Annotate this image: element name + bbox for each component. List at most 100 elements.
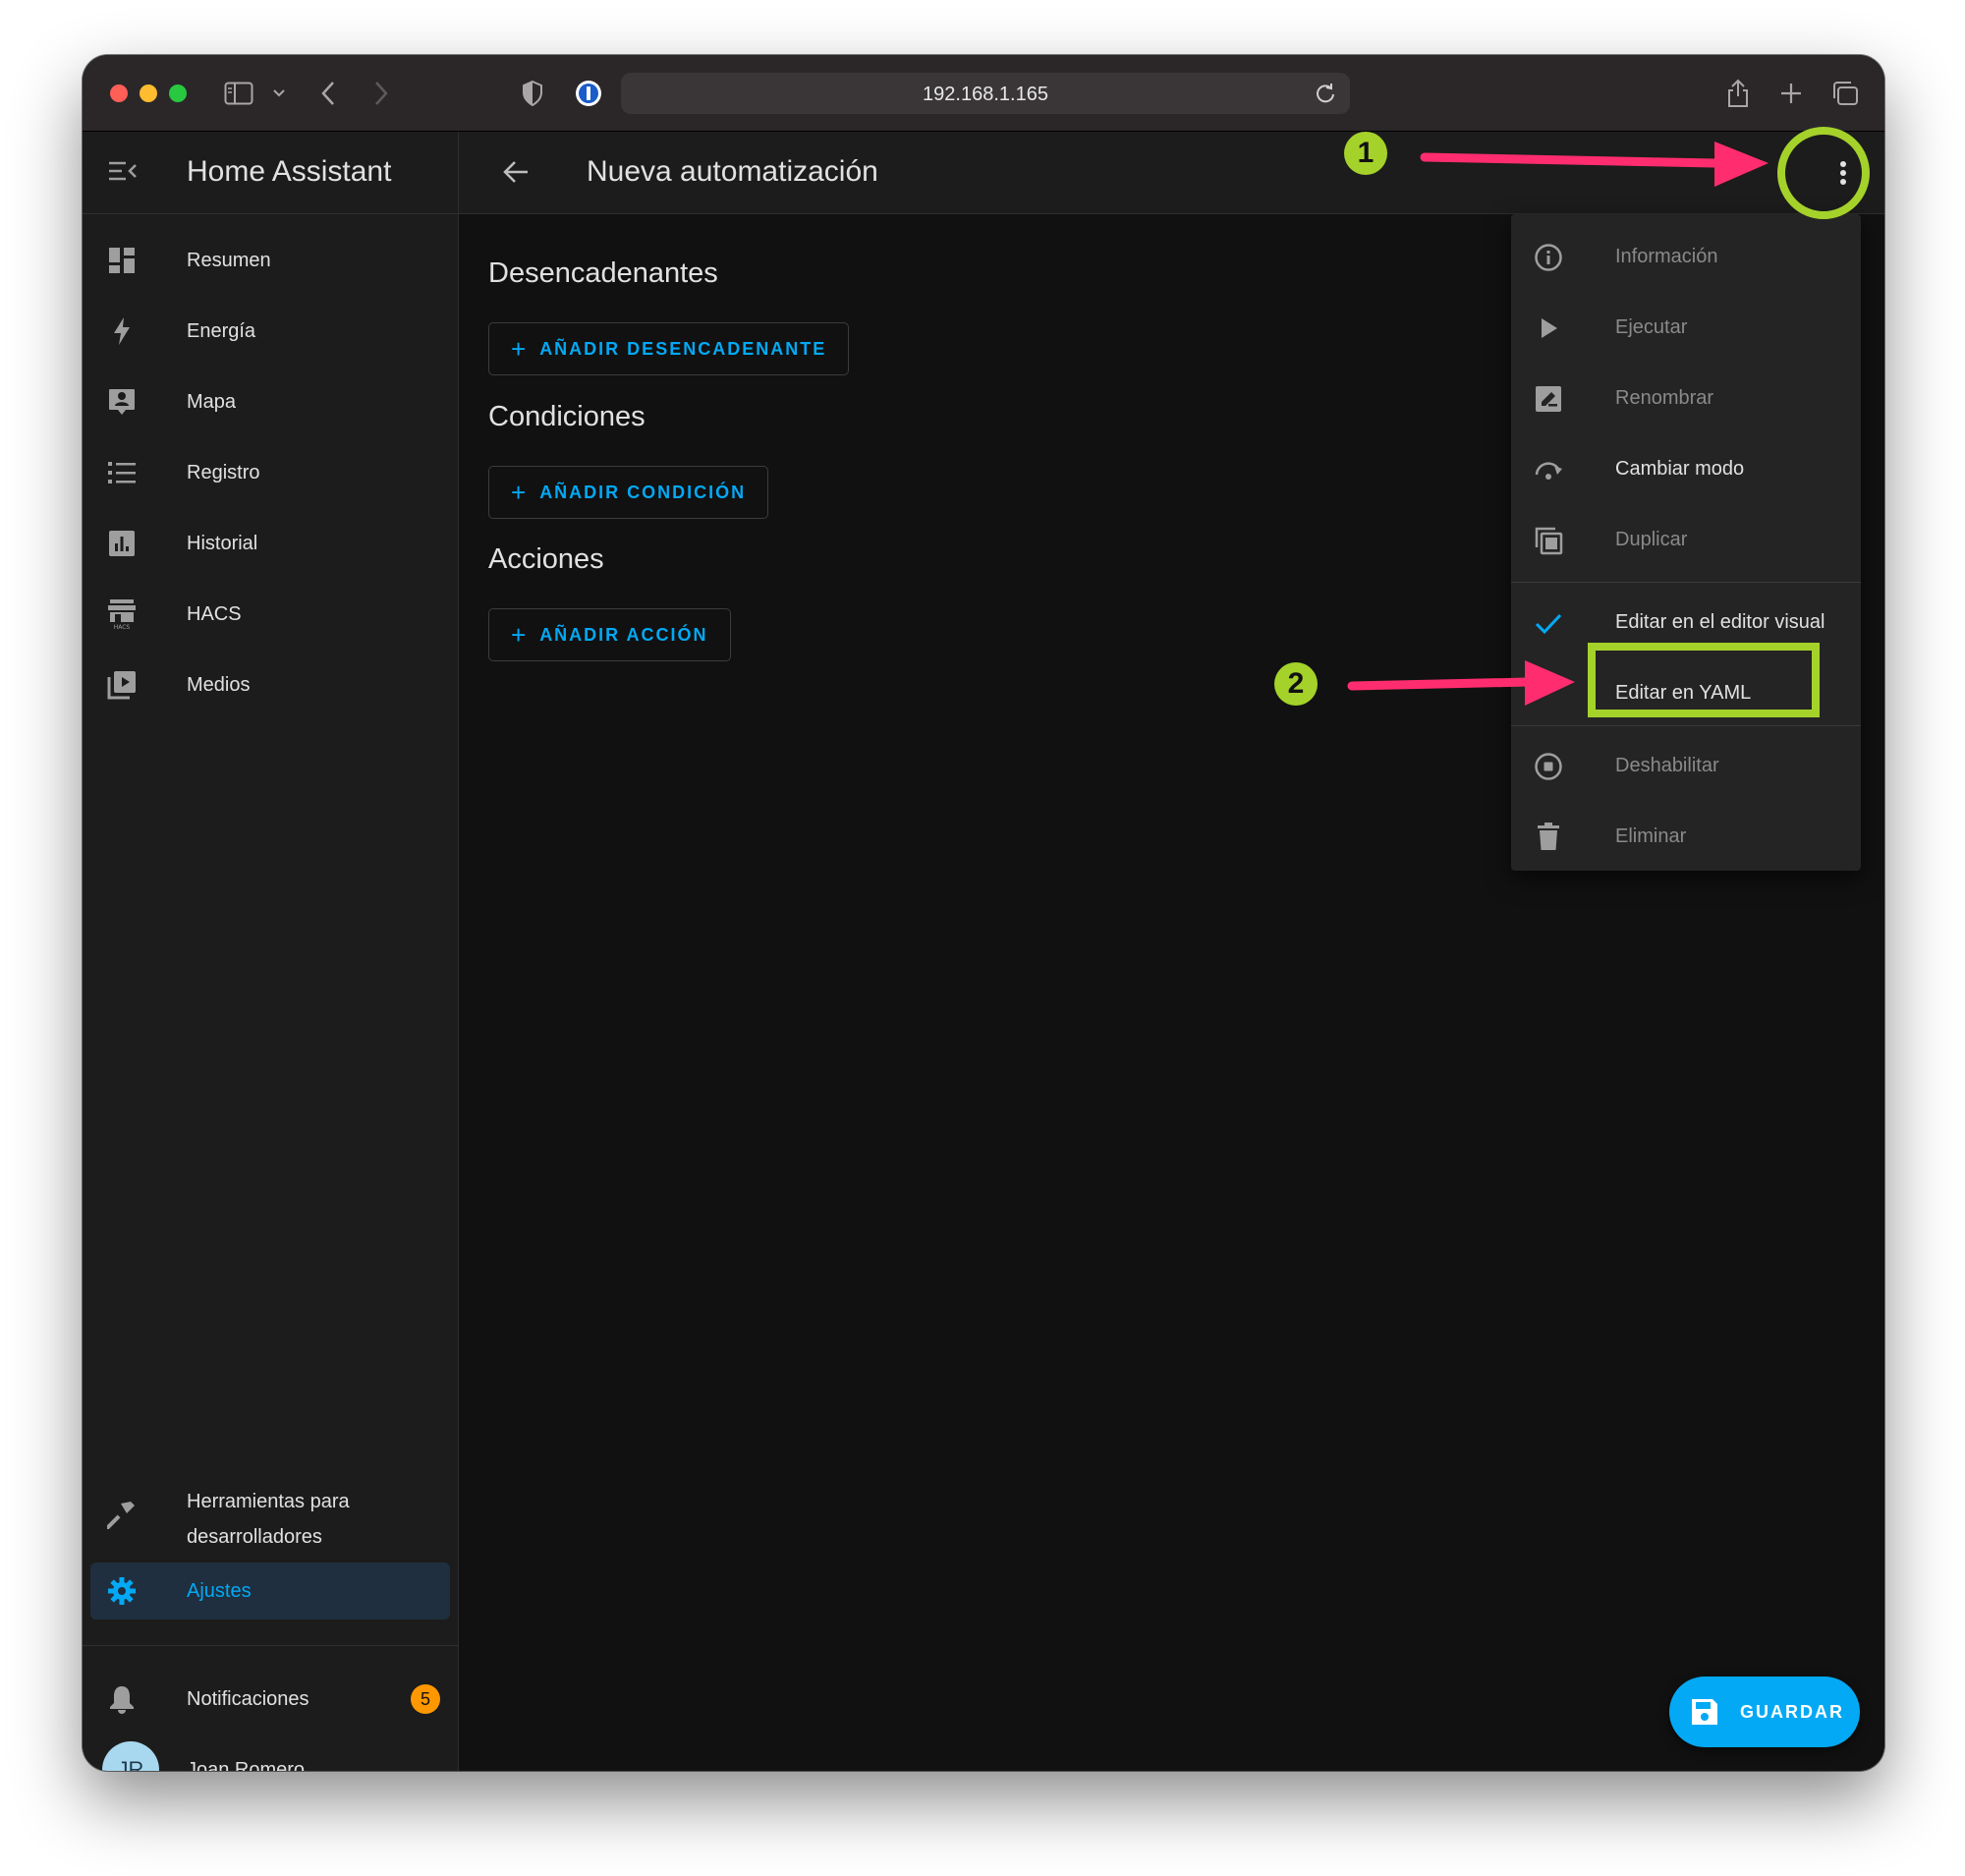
sidebar-item-user[interactable]: JR Joan Romero (90, 1741, 450, 1771)
plus-icon: + (511, 620, 527, 650)
overflow-menu-button[interactable] (1827, 157, 1859, 189)
developer-tools-line1: Herramientas para (187, 1491, 350, 1512)
sidebar-item-label: Historial (187, 532, 258, 554)
svg-text:HACS: HACS (114, 624, 131, 630)
section-title-triggers: Desencadenantes (488, 257, 718, 289)
sidebar-divider (83, 1645, 459, 1646)
menu-item-label: Editar en YAML (1615, 682, 1752, 704)
add-trigger-button[interactable]: + AÑADIR DESENCADENANTE (488, 322, 850, 375)
dashboard-icon (106, 245, 138, 276)
sidebar-item-medios[interactable]: Medios (90, 656, 450, 713)
sidebar-item-energia[interactable]: Energía (90, 303, 450, 360)
notifications-badge: 5 (411, 1684, 440, 1714)
play-icon (1533, 313, 1564, 344)
sidebar-item-historial[interactable]: Historial (90, 515, 450, 572)
sidebar-item-resumen[interactable]: Resumen (90, 232, 450, 289)
menu-divider (1511, 582, 1861, 583)
menu-item-eliminar[interactable]: Eliminar (1511, 802, 1861, 871)
gear-icon (106, 1575, 138, 1607)
hacs-icon: HACS (106, 598, 138, 630)
trash-icon (1533, 822, 1564, 853)
sidebar-item-mapa[interactable]: Mapa (90, 373, 450, 430)
menu-item-label: Eliminar (1615, 825, 1687, 847)
list-icon (106, 457, 138, 488)
sidebar-item-label: Energía (187, 319, 256, 342)
sidebar-item-label: HACS (187, 602, 242, 625)
back-arrow-icon[interactable] (502, 159, 530, 190)
menu-item-label: Editar en el editor visual (1615, 611, 1825, 633)
menu-item-cambiar-modo[interactable]: Cambiar modo (1511, 434, 1861, 503)
sidebar-item-notificaciones[interactable]: Notificaciones 5 (90, 1671, 450, 1728)
dots-vertical-icon (1840, 161, 1846, 185)
reload-icon[interactable] (1315, 83, 1336, 109)
avatar: JR (102, 1741, 159, 1771)
sidebar-item-label: Medios (187, 673, 251, 696)
annotation-step-2: 2 (1274, 662, 1318, 706)
browser-toolbar: 192.168.1.165 (83, 55, 1884, 132)
close-window-button[interactable] (110, 85, 128, 102)
url-text: 192.168.1.165 (923, 84, 1048, 105)
tab-overview-icon[interactable] (1829, 75, 1861, 112)
add-condition-button[interactable]: + AÑADIR CONDICIÓN (488, 466, 769, 519)
annotation-step-1: 1 (1344, 132, 1387, 175)
user-name: Joan Romero (187, 1758, 306, 1772)
lightning-icon (106, 315, 138, 347)
share-icon[interactable] (1723, 75, 1753, 112)
menu-item-editar-yaml[interactable]: Editar en YAML (1511, 658, 1861, 727)
menu-item-duplicar[interactable]: Duplicar (1511, 505, 1861, 574)
save-button[interactable]: GUARDAR (1669, 1677, 1860, 1747)
menu-item-deshabilitar[interactable]: Deshabilitar (1511, 731, 1861, 800)
duplicate-icon (1533, 525, 1564, 556)
save-label: GUARDAR (1740, 1702, 1844, 1722)
page-title: Nueva automatización (587, 155, 878, 188)
sidebar-item-label: Registro (187, 461, 260, 483)
menu-item-editor-visual[interactable]: Editar en el editor visual (1511, 588, 1861, 656)
sidebar-item-label: Mapa (187, 390, 237, 413)
plus-icon: + (511, 334, 527, 364)
check-icon (1533, 607, 1564, 639)
overflow-menu: Información Ejecutar Renombrar Cambiar m… (1511, 214, 1861, 871)
menu-divider (1511, 725, 1861, 726)
stop-circle-icon (1533, 751, 1564, 782)
chevron-down-icon[interactable] (269, 75, 289, 112)
developer-tools-line2: desarrolladores (187, 1526, 322, 1548)
menu-item-label: Cambiar modo (1615, 458, 1745, 480)
new-tab-icon[interactable] (1776, 75, 1806, 112)
map-person-icon (106, 386, 138, 418)
chart-icon (106, 528, 138, 559)
add-action-button[interactable]: + AÑADIR ACCIÓN (488, 608, 731, 661)
sidebar-item-label: Notificaciones (187, 1687, 309, 1710)
section-title-conditions: Condiciones (488, 401, 646, 432)
rename-icon (1533, 383, 1564, 415)
password-manager-icon[interactable] (572, 75, 605, 112)
menu-item-label: Ejecutar (1615, 316, 1688, 338)
sidebar-item-developer-tools[interactable]: Herramientas para desarrolladores (90, 1474, 450, 1555)
forward-icon[interactable] (369, 75, 393, 112)
menu-item-renombrar[interactable]: Renombrar (1511, 364, 1861, 432)
media-icon (106, 669, 138, 701)
menu-item-label: Deshabilitar (1615, 755, 1719, 776)
sidebar-item-label: Resumen (187, 249, 271, 271)
zoom-window-button[interactable] (169, 85, 187, 102)
shield-icon[interactable] (519, 75, 546, 112)
sidebar-item-label: Herramientas para desarrolladores (187, 1484, 350, 1555)
menu-item-ejecutar[interactable]: Ejecutar (1511, 293, 1861, 362)
menu-item-informacion[interactable]: Información (1511, 222, 1861, 291)
sidebar: Home Assistant Resumen Energía Mapa Regi… (83, 132, 459, 1771)
sidebar-item-registro[interactable]: Registro (90, 444, 450, 501)
sidebar-title: Home Assistant (187, 155, 392, 188)
main-header: Nueva automatización (459, 132, 1884, 214)
mode-icon (1533, 454, 1564, 485)
back-icon[interactable] (316, 75, 340, 112)
menu-item-label: Información (1615, 246, 1718, 267)
sidebar-item-ajustes[interactable]: Ajustes (90, 1563, 450, 1620)
sidebar-toggle-icon[interactable] (222, 75, 255, 112)
add-condition-label: AÑADIR CONDICIÓN (539, 482, 747, 502)
minimize-window-button[interactable] (140, 85, 157, 102)
address-bar[interactable]: 192.168.1.165 (621, 73, 1350, 114)
sidebar-item-hacs[interactable]: HACS HACS (90, 586, 450, 643)
menu-collapse-icon[interactable] (108, 159, 138, 188)
hammer-icon (106, 1499, 138, 1530)
section-title-actions: Acciones (488, 543, 604, 575)
add-action-label: AÑADIR ACCIÓN (539, 624, 708, 645)
